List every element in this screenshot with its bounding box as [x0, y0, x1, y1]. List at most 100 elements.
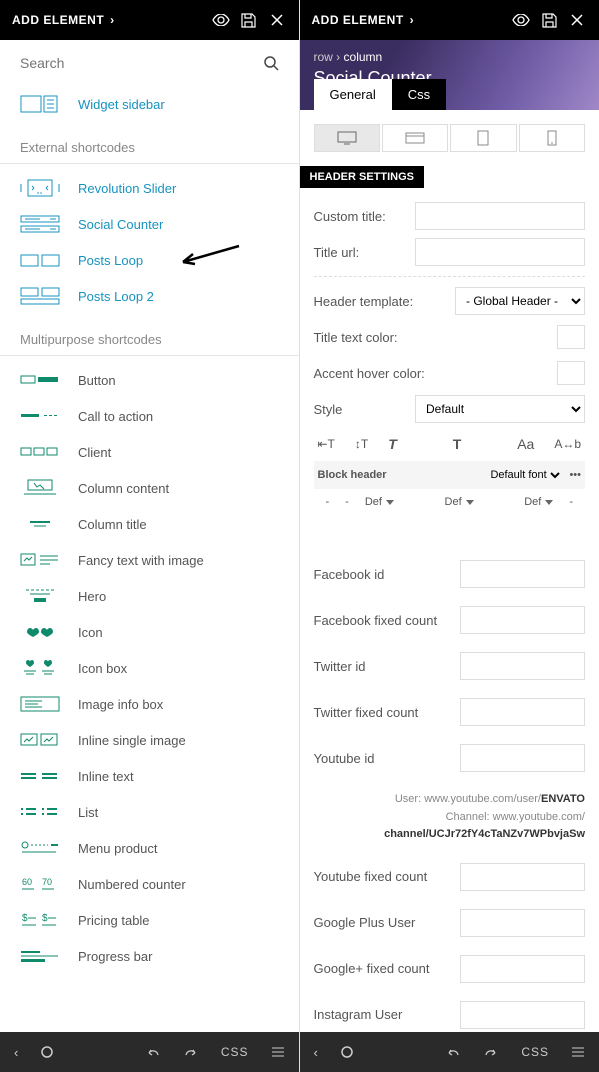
inline-single-image-icon — [20, 730, 60, 750]
sidebar-item-hero[interactable]: Hero — [0, 578, 299, 614]
sidebar-item-pricing-table[interactable]: $$Pricing table — [0, 902, 299, 938]
save-icon[interactable] — [539, 10, 559, 30]
line-height-icon[interactable]: ↕T — [355, 437, 368, 451]
numbered-counter-icon: 6070 — [20, 874, 60, 894]
sidebar-item-fancy-text[interactable]: Fancy text with image — [0, 542, 299, 578]
social-counter-icon — [20, 214, 60, 234]
device-phone[interactable] — [519, 124, 585, 152]
def-select-3[interactable]: Def — [524, 496, 553, 508]
eye-icon[interactable] — [511, 10, 531, 30]
close-icon[interactable] — [267, 10, 287, 30]
add-element-button-right[interactable]: ADD ELEMENT › — [312, 13, 415, 27]
circle-icon[interactable] — [340, 1045, 354, 1059]
icon-box-icon — [20, 658, 60, 678]
sidebar-item-social-counter[interactable]: Social Counter — [0, 206, 299, 242]
eye-icon[interactable] — [211, 10, 231, 30]
title-url-input[interactable] — [415, 238, 585, 266]
redo-icon[interactable] — [183, 1045, 199, 1059]
section-external: External shortcodes — [0, 122, 299, 164]
column-title-icon — [20, 514, 60, 534]
font-case-icon[interactable]: Aa — [517, 436, 534, 452]
youtube-id-input[interactable] — [460, 744, 585, 772]
sidebar-item-numbered-counter[interactable]: 6070Numbered counter — [0, 866, 299, 902]
sidebar-item-revolution-slider[interactable]: Revolution Slider — [0, 170, 299, 206]
sidebar-item-inline-single-image[interactable]: Inline single image — [0, 722, 299, 758]
sidebar-item-label: Fancy text with image — [78, 553, 204, 568]
sidebar-item-client[interactable]: Client — [0, 434, 299, 470]
back-icon[interactable]: ‹ — [314, 1045, 318, 1060]
device-tablet[interactable] — [450, 124, 516, 152]
add-element-label: ADD ELEMENT — [312, 13, 404, 27]
sidebar-item-button[interactable]: Button — [0, 362, 299, 398]
back-icon[interactable]: ‹ — [14, 1045, 18, 1060]
search-input[interactable] — [20, 55, 263, 71]
tab-general[interactable]: General — [314, 79, 392, 110]
posts-loop-2-icon — [20, 286, 60, 306]
device-tablet-landscape[interactable] — [382, 124, 448, 152]
redo-icon[interactable] — [483, 1045, 499, 1059]
sidebar-item-inline-text[interactable]: Inline text — [0, 758, 299, 794]
italic-icon[interactable]: T — [388, 436, 397, 452]
save-icon[interactable] — [239, 10, 259, 30]
twitter-id-input[interactable] — [460, 652, 585, 680]
sidebar-item-progress-bar[interactable]: Progress bar — [0, 938, 299, 974]
def-select-1[interactable]: Def — [365, 496, 394, 508]
list-icon[interactable] — [271, 1046, 285, 1058]
sidebar-item-icon-box[interactable]: Icon box — [0, 650, 299, 686]
sidebar-item-label: Inline single image — [78, 733, 186, 748]
youtube-fixed-input[interactable] — [460, 863, 585, 891]
header-settings-label: HEADER SETTINGS — [300, 166, 425, 188]
default-font-select[interactable]: Default font — [486, 468, 563, 482]
sidebar-item-menu-product[interactable]: Menu product — [0, 830, 299, 866]
bold-icon[interactable]: T — [453, 436, 462, 452]
column-content-icon — [20, 478, 60, 498]
accent-hover-swatch[interactable] — [557, 361, 585, 385]
more-icon[interactable]: ••• — [569, 469, 581, 481]
list-icon[interactable] — [571, 1046, 585, 1058]
custom-title-input[interactable] — [415, 202, 585, 230]
add-element-button-left[interactable]: ADD ELEMENT › — [12, 13, 115, 27]
sidebar-item-posts-loop[interactable]: Posts Loop — [0, 242, 299, 278]
sidebar-item-posts-loop-2[interactable]: Posts Loop 2 — [0, 278, 299, 314]
tab-css[interactable]: Css — [392, 79, 446, 110]
facebook-id-input[interactable] — [460, 560, 585, 588]
posts-loop-icon — [20, 250, 60, 270]
style-select[interactable]: Default — [415, 395, 585, 423]
accent-hover-label: Accent hover color: — [314, 366, 558, 381]
facebook-id-label: Facebook id — [314, 567, 461, 582]
font-size-icon[interactable]: ⇤T — [318, 437, 335, 451]
sidebar-item-list[interactable]: List — [0, 794, 299, 830]
call-to-action-icon — [20, 406, 60, 426]
sidebar-item-call-to-action[interactable]: Call to action — [0, 398, 299, 434]
sidebar-item-image-info-box[interactable]: Image info box — [0, 686, 299, 722]
twitter-id-label: Twitter id — [314, 659, 461, 674]
title-text-color-swatch[interactable] — [557, 325, 585, 349]
twitter-fixed-input[interactable] — [460, 698, 585, 726]
google-plus-fixed-input[interactable] — [460, 955, 585, 983]
sidebar-item-label: Column title — [78, 517, 147, 532]
client-icon — [20, 442, 60, 462]
def-select-2[interactable]: Def — [445, 496, 474, 508]
sidebar-item-column-title[interactable]: Column title — [0, 506, 299, 542]
instagram-user-input[interactable] — [460, 1001, 585, 1029]
css-link[interactable]: CSS — [221, 1045, 249, 1059]
sidebar-item-label: Call to action — [78, 409, 153, 424]
close-icon[interactable] — [567, 10, 587, 30]
widget-sidebar-label: Widget sidebar — [78, 97, 165, 112]
google-plus-input[interactable] — [460, 909, 585, 937]
facebook-fixed-input[interactable] — [460, 606, 585, 634]
search-icon[interactable] — [263, 55, 279, 71]
undo-icon[interactable] — [145, 1045, 161, 1059]
css-link[interactable]: CSS — [521, 1045, 549, 1059]
device-desktop[interactable] — [314, 124, 380, 152]
sidebar-item-column-content[interactable]: Column content — [0, 470, 299, 506]
widget-sidebar-item[interactable]: Widget sidebar — [0, 86, 299, 122]
header-template-select[interactable]: - Global Header - — [455, 287, 585, 315]
circle-icon[interactable] — [40, 1045, 54, 1059]
letter-spacing-icon[interactable]: A↔b — [554, 437, 581, 451]
widget-sidebar-icon — [20, 94, 60, 114]
sidebar-item-icon[interactable]: Icon — [0, 614, 299, 650]
button-icon — [20, 370, 60, 390]
style-label: Style — [314, 402, 416, 417]
undo-icon[interactable] — [445, 1045, 461, 1059]
